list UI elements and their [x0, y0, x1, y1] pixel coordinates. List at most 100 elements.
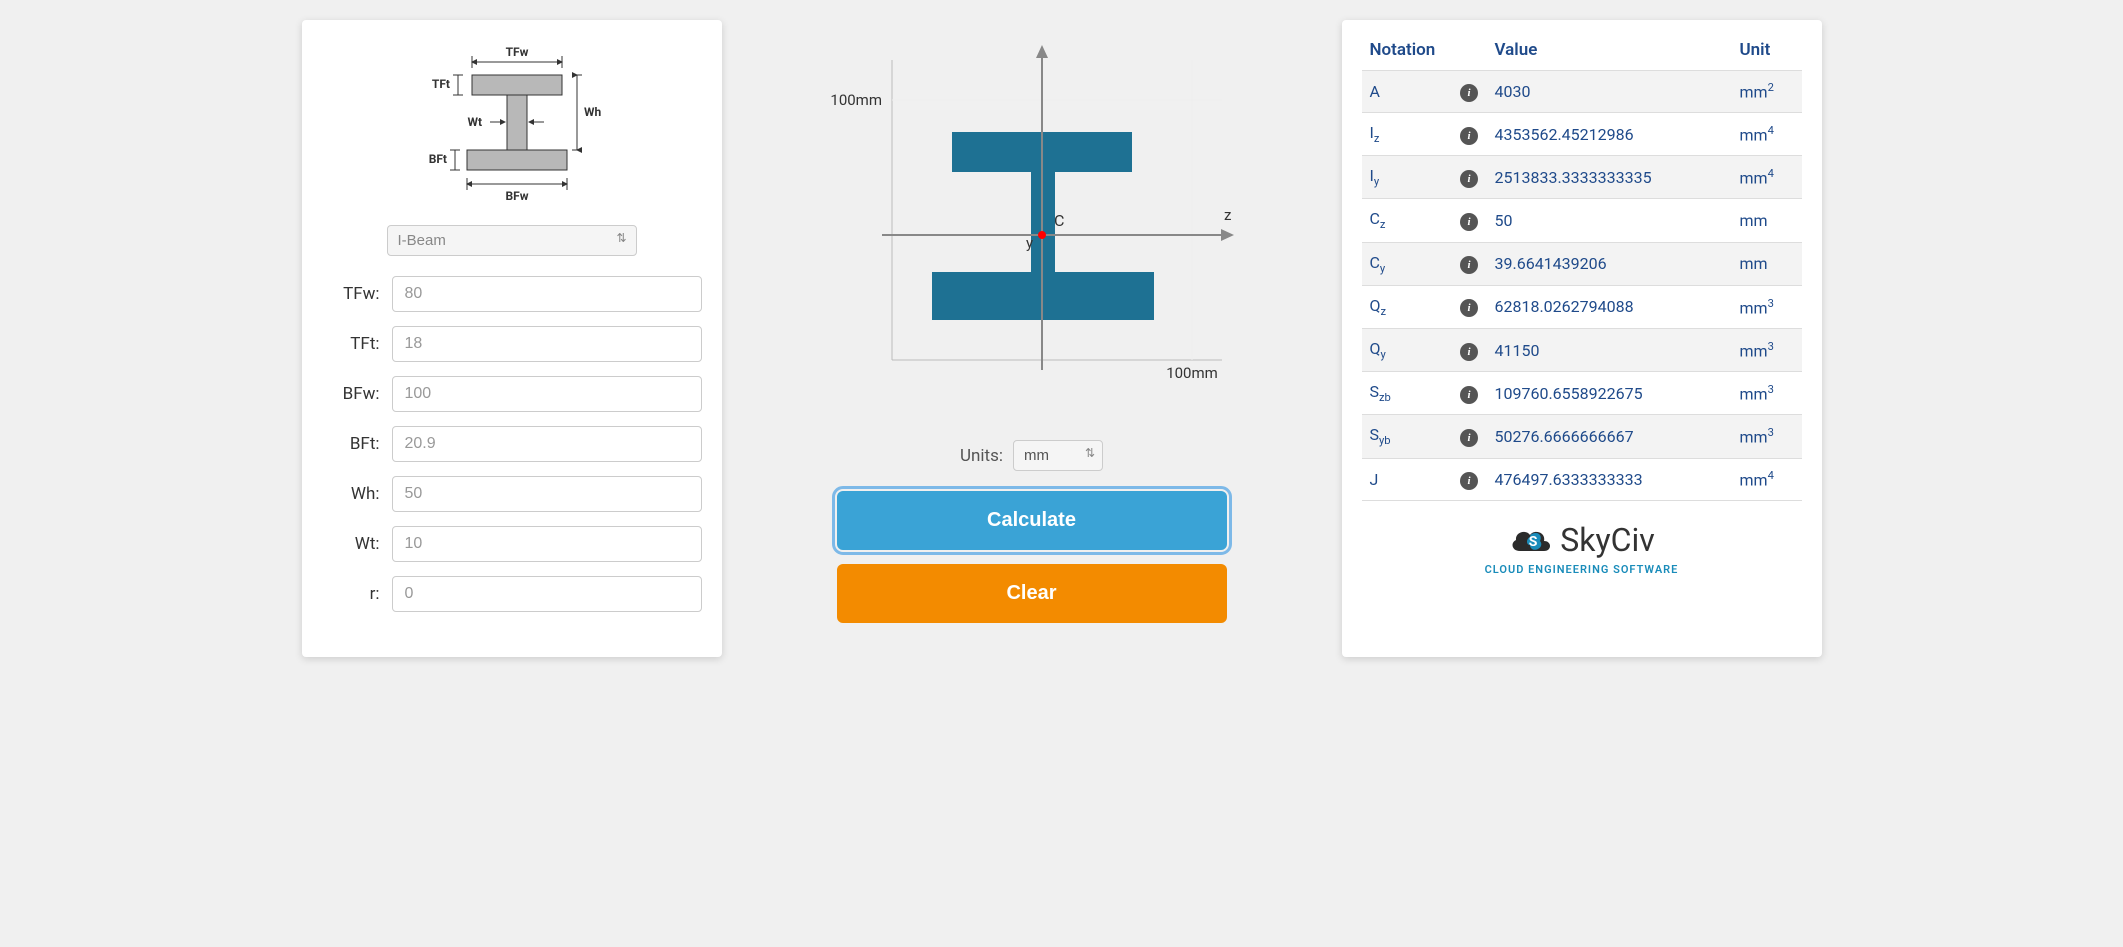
section-plot: 100mm 100mm C y z: [822, 40, 1242, 400]
calculate-button[interactable]: Calculate: [837, 491, 1227, 550]
logo-text: SkyCiv: [1560, 521, 1654, 559]
field-row: BFw:: [322, 376, 702, 412]
y-axis-label: y: [1026, 234, 1033, 252]
unit-cell: mm: [1732, 199, 1802, 242]
svg-text:S: S: [1529, 534, 1538, 550]
logo-tagline: CLOUD ENGINEERING SOFTWARE: [1362, 563, 1802, 576]
col-notation: Notation: [1362, 30, 1452, 71]
table-row: Qyi41150mm3: [1362, 328, 1802, 371]
unit-cell: mm3: [1732, 415, 1802, 458]
field-label: r:: [322, 584, 392, 604]
value-cell: 62818.0262794088: [1487, 285, 1732, 328]
label-Wh: Wh: [584, 105, 602, 119]
notation-cell: A: [1362, 71, 1452, 113]
y-tick: 100mm: [830, 91, 882, 109]
info-cell: i: [1452, 415, 1487, 458]
field-input-wt[interactable]: [392, 526, 702, 562]
table-row: Czi50mm: [1362, 199, 1802, 242]
notation-cell: Syb: [1362, 415, 1452, 458]
field-input-wh[interactable]: [392, 476, 702, 512]
value-cell: 109760.6558922675: [1487, 372, 1732, 415]
info-icon[interactable]: i: [1460, 299, 1478, 317]
unit-cell: mm4: [1732, 113, 1802, 156]
field-row: Wh:: [322, 476, 702, 512]
clear-button[interactable]: Clear: [837, 564, 1227, 623]
info-icon[interactable]: i: [1460, 127, 1478, 145]
field-row: TFt:: [322, 326, 702, 362]
label-BFw: BFw: [505, 189, 528, 203]
notation-cell: Szb: [1362, 372, 1452, 415]
info-cell: i: [1452, 199, 1487, 242]
info-icon[interactable]: i: [1460, 472, 1478, 490]
field-row: r:: [322, 576, 702, 612]
info-icon[interactable]: i: [1460, 256, 1478, 274]
label-BFt: BFt: [428, 152, 446, 166]
field-row: BFt:: [322, 426, 702, 462]
units-label: Units:: [960, 446, 1003, 466]
preview-panel: 100mm 100mm C y z Units:: [762, 20, 1302, 657]
info-cell: i: [1452, 285, 1487, 328]
info-icon[interactable]: i: [1460, 170, 1478, 188]
value-cell: 476497.6333333333: [1487, 458, 1732, 500]
value-cell: 50: [1487, 199, 1732, 242]
field-input-tft[interactable]: [392, 326, 702, 362]
cloud-icon: S: [1508, 523, 1554, 557]
field-row: Wt:: [322, 526, 702, 562]
unit-cell: mm3: [1732, 328, 1802, 371]
col-value: Value: [1487, 30, 1732, 71]
label-TFw: TFw: [505, 45, 528, 59]
info-icon[interactable]: i: [1460, 213, 1478, 231]
notation-cell: Iy: [1362, 156, 1452, 199]
value-cell: 2513833.3333333335: [1487, 156, 1732, 199]
info-cell: i: [1452, 71, 1487, 113]
field-input-bft[interactable]: [392, 426, 702, 462]
unit-cell: mm3: [1732, 285, 1802, 328]
table-row: Izi4353562.45212986mm4: [1362, 113, 1802, 156]
info-icon[interactable]: i: [1460, 386, 1478, 404]
unit-cell: mm4: [1732, 458, 1802, 500]
unit-cell: mm3: [1732, 372, 1802, 415]
info-icon[interactable]: i: [1460, 84, 1478, 102]
label-TFt: TFt: [431, 77, 449, 91]
table-row: Ji 476497.6333333333mm4: [1362, 458, 1802, 500]
field-label: Wh:: [322, 484, 392, 504]
units-select[interactable]: mm: [1013, 440, 1103, 471]
notation-cell: Iz: [1362, 113, 1452, 156]
value-cell: 4030: [1487, 71, 1732, 113]
table-row: Ai 4030mm2: [1362, 71, 1802, 113]
table-row: Cyi39.6641439206mm: [1362, 242, 1802, 285]
info-cell: i: [1452, 156, 1487, 199]
notation-cell: Qz: [1362, 285, 1452, 328]
table-row: Iyi2513833.3333333335mm4: [1362, 156, 1802, 199]
field-label: BFw:: [322, 384, 392, 404]
shape-select[interactable]: I-Beam: [387, 225, 637, 256]
field-input-bfw[interactable]: [392, 376, 702, 412]
info-cell: i: [1452, 328, 1487, 371]
field-label: Wt:: [322, 534, 392, 554]
notation-cell: Qy: [1362, 328, 1452, 371]
field-label: BFt:: [322, 434, 392, 454]
field-input-r[interactable]: [392, 576, 702, 612]
notation-cell: Cy: [1362, 242, 1452, 285]
info-cell: i: [1452, 113, 1487, 156]
label-Wt: Wt: [467, 115, 482, 129]
info-icon[interactable]: i: [1460, 343, 1478, 361]
field-label: TFw:: [322, 284, 392, 304]
info-icon[interactable]: i: [1460, 429, 1478, 447]
field-input-tfw[interactable]: [392, 276, 702, 312]
table-row: Qzi 62818.0262794088mm3: [1362, 285, 1802, 328]
results-table: Notation Value Unit Ai4030mm2Izi4353562.…: [1362, 30, 1802, 501]
info-cell: i: [1452, 372, 1487, 415]
table-row: Szbi 109760.6558922675mm3: [1362, 372, 1802, 415]
table-row: Sybi 50276.6666666667mm3: [1362, 415, 1802, 458]
z-axis-label: z: [1224, 206, 1231, 224]
unit-cell: mm2: [1732, 71, 1802, 113]
results-panel: Notation Value Unit Ai4030mm2Izi4353562.…: [1342, 20, 1822, 657]
info-cell: i: [1452, 458, 1487, 500]
ibeam-diagram: TFw TFt Wt Wh BFt BFw: [422, 40, 602, 210]
notation-cell: J: [1362, 458, 1452, 500]
x-tick: 100mm: [1166, 364, 1218, 382]
info-cell: i: [1452, 242, 1487, 285]
input-panel: TFw TFt Wt Wh BFt BFw: [302, 20, 722, 657]
value-cell: 50276.6666666667: [1487, 415, 1732, 458]
